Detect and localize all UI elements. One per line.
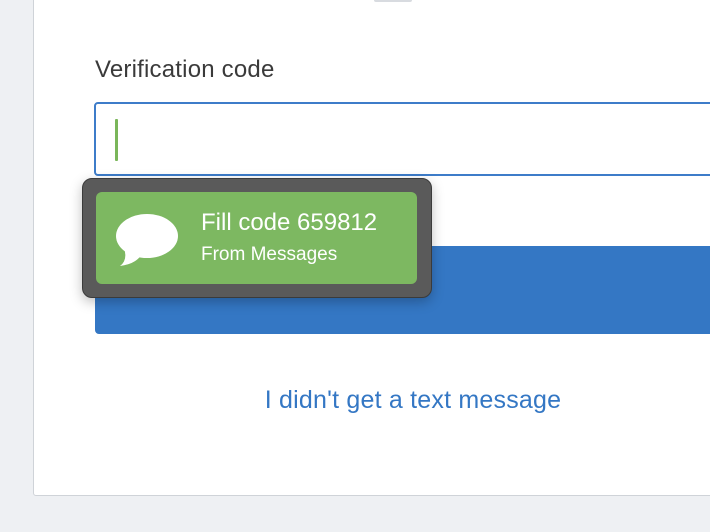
- fill-code-source: From Messages: [201, 244, 338, 265]
- fill-code-title: Fill code 659812: [201, 209, 378, 236]
- no-text-message-link[interactable]: I didn't get a text message: [0, 386, 710, 415]
- verification-code-input[interactable]: [94, 102, 710, 176]
- verification-code-label: Verification code: [95, 56, 275, 83]
- card-top-tab: [374, 0, 412, 2]
- fill-code-suggestion[interactable]: Fill code 659812 From Messages: [96, 192, 417, 284]
- page: Verification code Continue I didn't get …: [0, 0, 710, 532]
- message-bubble-icon: [116, 214, 178, 266]
- autofill-popup: Fill code 659812 From Messages: [82, 178, 432, 298]
- text-caret: [115, 119, 118, 161]
